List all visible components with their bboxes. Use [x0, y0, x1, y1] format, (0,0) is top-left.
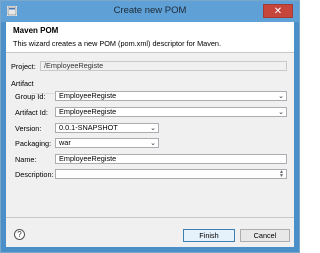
artifact-id-label: Artifact Id:	[15, 108, 48, 117]
cancel-button[interactable]: Cancel	[240, 229, 290, 242]
scroll-arrows[interactable]: ▲ ▼	[279, 170, 285, 179]
group-id-value: EmployeeRegiste	[59, 91, 117, 100]
window-title: Create new POM	[113, 5, 187, 16]
packaging-combo[interactable]: war ⌄	[55, 138, 159, 148]
description-label: Description:	[15, 170, 54, 179]
chevron-down-icon[interactable]: ⌄	[278, 92, 284, 101]
artifact-id-value: EmployeeRegiste	[59, 107, 117, 116]
name-input[interactable]: EmployeeRegiste	[55, 154, 287, 164]
packaging-label: Packaging:	[15, 139, 52, 148]
version-label: Version:	[15, 124, 42, 133]
chevron-down-icon[interactable]: ⌄	[150, 124, 156, 133]
question-icon: ?	[17, 230, 22, 239]
chevron-down-icon[interactable]: ⌄	[150, 139, 156, 148]
chevron-down-icon[interactable]: ⌄	[278, 108, 284, 117]
description-textarea[interactable]: ▲ ▼	[55, 169, 287, 179]
name-value: EmployeeRegiste	[59, 154, 117, 163]
group-id-label: Group Id:	[15, 92, 46, 101]
footer-divider	[6, 217, 294, 218]
title-bar[interactable]: Create new POM ✕	[1, 1, 299, 22]
wizard-title: Maven POM	[13, 26, 59, 35]
close-button[interactable]: ✕	[263, 4, 293, 18]
create-pom-dialog: Create new POM ✕ Maven POM This wizard c…	[0, 0, 300, 253]
artifact-group-label: Artifact	[11, 79, 34, 88]
close-icon: ✕	[273, 6, 283, 17]
group-id-combo[interactable]: EmployeeRegiste ⌄	[55, 91, 287, 101]
dialog-body: Maven POM This wizard creates a new POM …	[6, 22, 294, 247]
packaging-value: war	[59, 138, 71, 147]
wizard-banner: Maven POM This wizard creates a new POM …	[6, 22, 294, 53]
project-field: /EmployeeRegiste	[40, 61, 287, 71]
wizard-description: This wizard creates a new POM (pom.xml) …	[13, 39, 222, 48]
finish-button[interactable]: Finish	[183, 229, 235, 242]
project-label: Project:	[11, 62, 36, 71]
version-value: 0.0.1-SNAPSHOT	[59, 123, 118, 132]
help-button[interactable]: ?	[14, 229, 25, 240]
artifact-id-combo[interactable]: EmployeeRegiste ⌄	[55, 107, 287, 117]
project-value: /EmployeeRegiste	[44, 61, 104, 70]
version-combo[interactable]: 0.0.1-SNAPSHOT ⌄	[55, 123, 159, 133]
name-label: Name:	[15, 155, 37, 164]
